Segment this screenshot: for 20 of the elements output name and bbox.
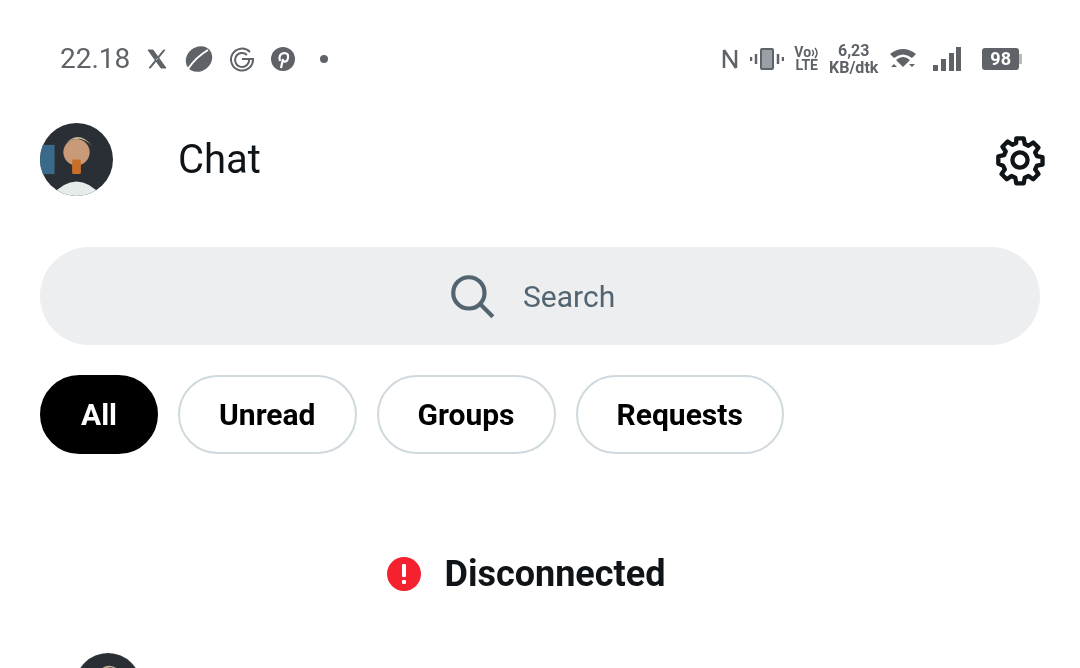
filter-chip[interactable]: Groups	[376, 375, 556, 454]
alert-icon	[386, 557, 421, 591]
search-field[interactable]: Search	[40, 247, 1040, 345]
page-title: Chat	[178, 134, 261, 185]
filter-chip[interactable]: Unread	[178, 375, 357, 454]
filter-chip[interactable]: Requests	[575, 375, 784, 454]
connection-status: Disconnected	[444, 552, 666, 597]
notification-dot-icon	[320, 55, 329, 63]
speed-value: 6,23	[837, 42, 870, 59]
battery-level: 98	[982, 48, 1019, 70]
search-input[interactable]: Search	[523, 273, 633, 319]
settings-icon[interactable]	[994, 133, 1046, 186]
vibrate-icon	[750, 47, 785, 71]
bean-icon	[184, 45, 215, 73]
speed-unit: KB/dtk	[829, 59, 879, 76]
filter-chip[interactable]: All	[40, 375, 159, 454]
pinterest-icon	[270, 46, 297, 72]
signal-icon	[932, 46, 963, 72]
status-time: 22.18	[60, 41, 131, 77]
g-logo-icon	[228, 45, 257, 73]
